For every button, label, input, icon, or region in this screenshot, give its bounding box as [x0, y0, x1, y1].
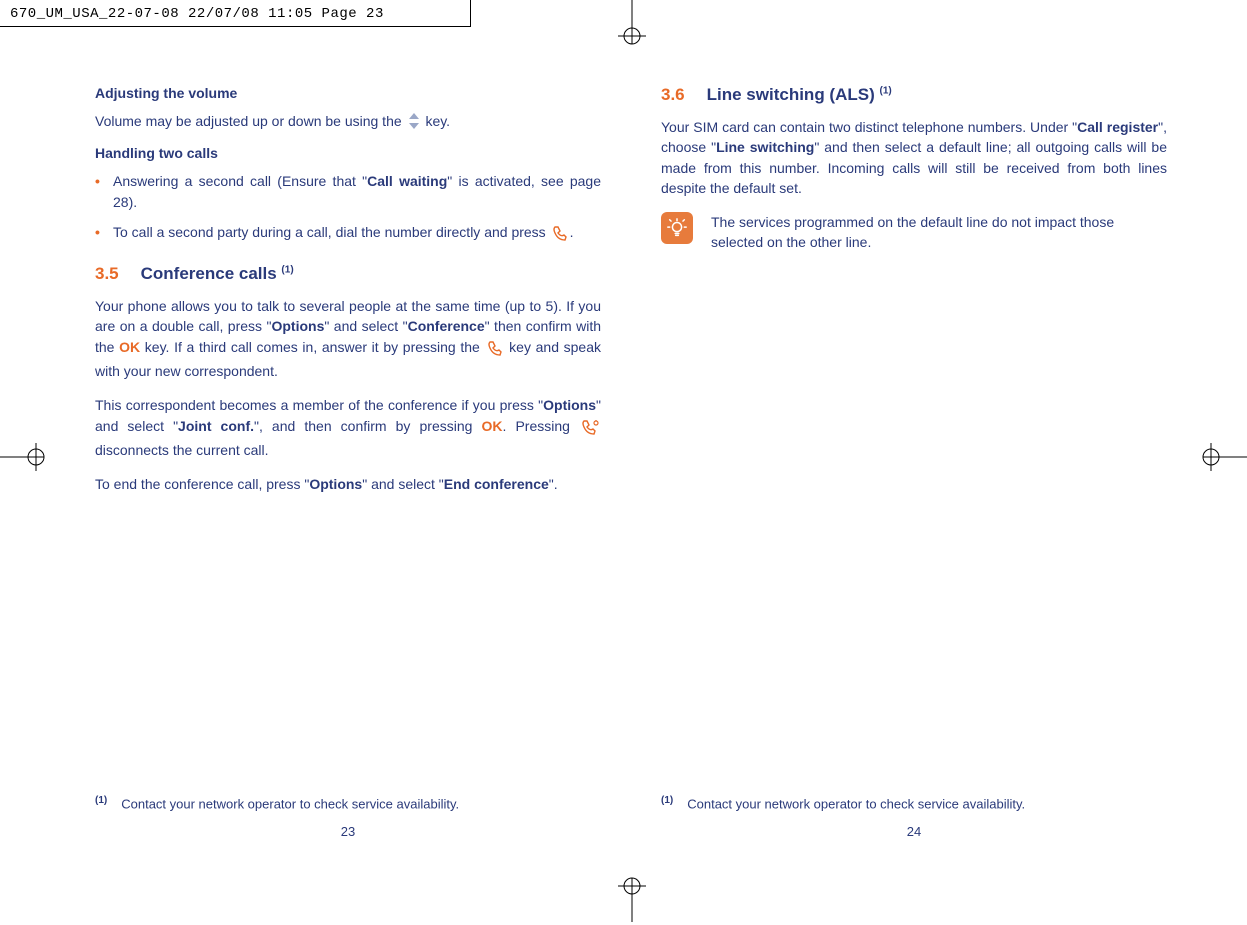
two-calls-list: Answering a second call (Ensure that "Ca… [95, 171, 601, 246]
footnote-marker: (1) [95, 795, 107, 806]
heading-two-calls: Handling two calls [95, 145, 601, 161]
ok-key-label: OK [119, 339, 140, 355]
footnote-right: (1) Contact your network operator to chec… [661, 795, 1167, 811]
page-right-body: 3.6 Line switching (ALS) (1) Your SIM car… [661, 85, 1167, 782]
bold-text: Options [309, 476, 362, 492]
section-3-5-heading: 3.5 Conference calls (1) [95, 264, 601, 284]
footnote-marker: (1) [661, 795, 673, 806]
navigation-key-icon [408, 113, 420, 129]
crop-mark-right [1197, 435, 1247, 479]
text: " and select " [362, 476, 444, 492]
page-right-footer: (1) Contact your network operator to chec… [661, 782, 1167, 852]
bold-text: Conference [408, 318, 485, 334]
bold-text: Joint conf. [178, 418, 254, 434]
text: . Pressing [503, 418, 580, 434]
text: ", and then confirm by pressing [254, 418, 482, 434]
footnote-left: (1) Contact your network operator to chec… [95, 795, 601, 811]
section-title: Line switching (ALS) [707, 85, 880, 104]
tip-text: The services programmed on the default l… [711, 212, 1167, 253]
para-conf-c: To end the conference call, press "Optio… [95, 474, 601, 494]
bold-text: Line switching [716, 139, 814, 155]
text: key. [425, 113, 450, 129]
list-item: To call a second party during a call, di… [95, 222, 601, 246]
end-key-icon [581, 419, 599, 440]
section-number: 3.6 [661, 85, 685, 104]
page-right: 3.6 Line switching (ALS) (1) Your SIM car… [661, 85, 1167, 852]
heading-adjusting-volume: Adjusting the volume [95, 85, 601, 101]
text: " and select " [324, 318, 407, 334]
list-item: Answering a second call (Ensure that "Ca… [95, 171, 601, 212]
text: This correspondent becomes a member of t… [95, 397, 543, 413]
send-key-icon [552, 225, 568, 246]
para-conf-b: This correspondent becomes a member of t… [95, 395, 601, 460]
tip-lightbulb-icon [661, 212, 693, 244]
footnote-ref: (1) [281, 265, 293, 276]
bold-text: Options [543, 397, 596, 413]
page-left: Adjusting the volume Volume may be adjus… [95, 85, 601, 852]
text: ". [549, 476, 558, 492]
text: Answering a second call (Ensure that " [113, 173, 367, 189]
tip-block: The services programmed on the default l… [661, 212, 1167, 253]
para-conf-a: Your phone allows you to talk to several… [95, 296, 601, 381]
imposition-slug: 670_UM_USA_22-07-08 22/07/08 11:05 Page … [10, 6, 384, 22]
page-left-footer: (1) Contact your network operator to chec… [95, 782, 601, 852]
send-key-icon [487, 340, 503, 361]
text: To call a second party during a call, di… [113, 224, 550, 240]
text: Your SIM card can contain two distinct t… [661, 119, 1077, 135]
section-title: Conference calls [141, 264, 282, 283]
ok-key-label: OK [482, 418, 503, 434]
section-number: 3.5 [95, 264, 119, 283]
page-number-right: 24 [661, 824, 1167, 839]
text: disconnects the current call. [95, 442, 269, 458]
bold-text: End conference [444, 476, 549, 492]
footnote-text: Contact your network operator to check s… [121, 796, 459, 811]
bold-text: Call waiting [367, 173, 447, 189]
bold-text: Call register [1077, 119, 1158, 135]
page-left-body: Adjusting the volume Volume may be adjus… [95, 85, 601, 782]
text: Volume may be adjusted up or down be usi… [95, 113, 406, 129]
page-spread: Adjusting the volume Volume may be adjus… [95, 85, 1167, 852]
page-number-left: 23 [95, 824, 601, 839]
para-volume: Volume may be adjusted up or down be usi… [95, 111, 601, 131]
crop-mark-left [0, 435, 50, 479]
footnote-text: Contact your network operator to check s… [687, 796, 1025, 811]
bold-text: Options [271, 318, 324, 334]
crop-mark-top [610, 0, 654, 50]
text: To end the conference call, press " [95, 476, 309, 492]
para-als: Your SIM card can contain two distinct t… [661, 117, 1167, 198]
section-3-6-heading: 3.6 Line switching (ALS) (1) [661, 85, 1167, 105]
footnote-ref: (1) [879, 85, 891, 96]
text: . [570, 224, 574, 240]
text: key. If a third call comes in, answer it… [140, 339, 484, 355]
crop-mark-bottom [610, 872, 654, 922]
